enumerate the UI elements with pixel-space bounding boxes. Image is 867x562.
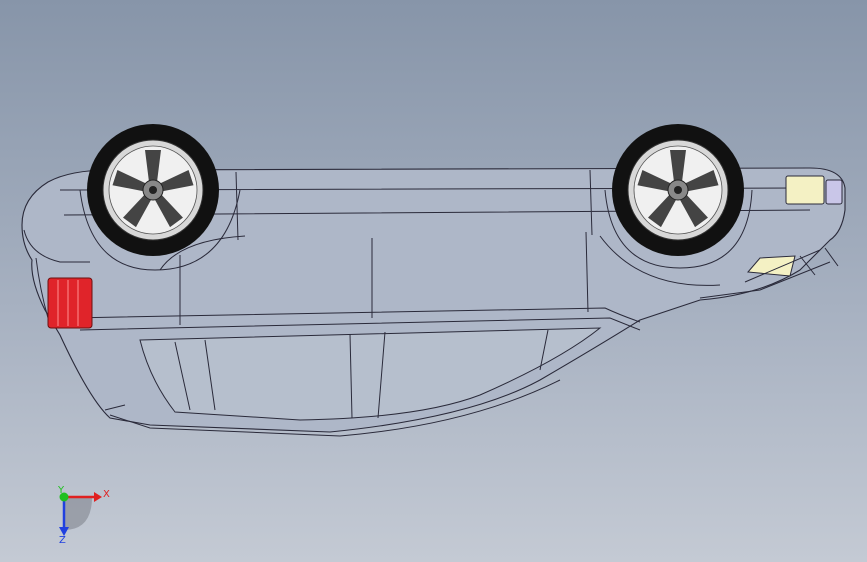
x-axis-arrow-icon: [94, 492, 102, 502]
triad-shadow: [64, 497, 92, 530]
z-axis-label: Z: [59, 535, 66, 546]
orientation-triad[interactable]: X Y Z: [0, 0, 867, 562]
x-axis-label: X: [103, 489, 110, 500]
graphics-viewport[interactable]: X Y Z: [0, 0, 867, 562]
y-axis-label: Y: [57, 485, 65, 496]
